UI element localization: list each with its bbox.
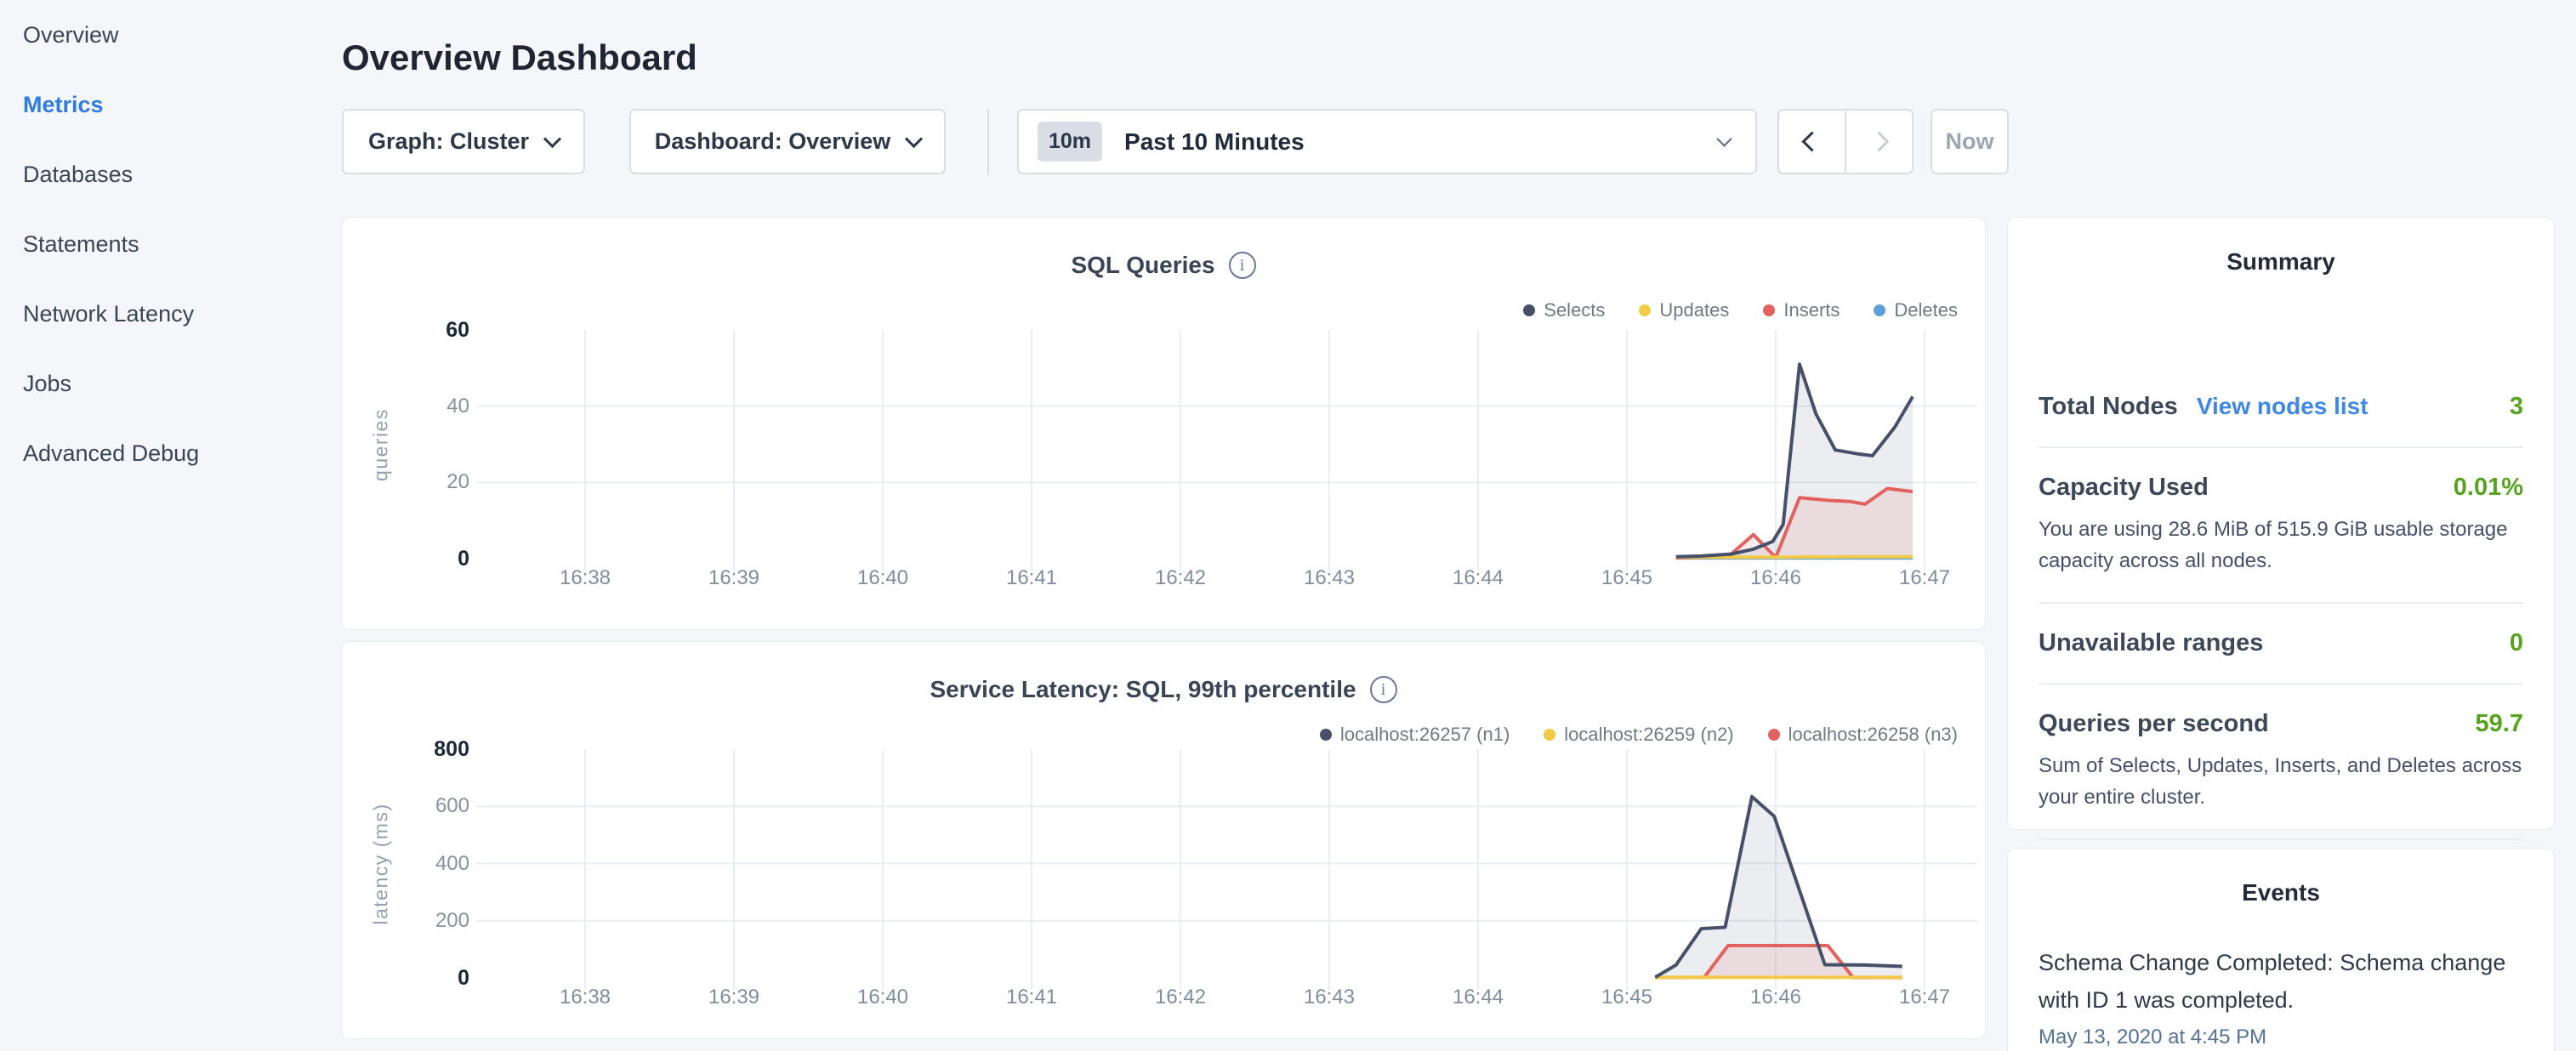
summary-row: Total Nodes View nodes list 3 xyxy=(2039,393,2523,421)
y-axis-title: queries xyxy=(370,408,393,481)
dashboard-dropdown-label: Dashboard: Overview xyxy=(655,128,891,155)
time-range-badge: 10m xyxy=(1038,122,1102,162)
x-tick-label: 16:47 xyxy=(1899,986,1950,1009)
summary-value: 59.7 xyxy=(2476,710,2523,738)
page-title: Overview Dashboard xyxy=(342,37,697,78)
x-tick-label: 16:43 xyxy=(1304,986,1355,1009)
summary-value: 0 xyxy=(2510,629,2523,657)
now-button[interactable]: Now xyxy=(1931,109,2009,174)
x-tick-label: 16:39 xyxy=(708,986,759,1009)
x-tick-label: 16:42 xyxy=(1155,986,1206,1009)
x-tick-label: 16:38 xyxy=(560,986,611,1009)
y-tick-label: 0 xyxy=(350,966,469,991)
time-step-forward-button[interactable] xyxy=(1846,111,1912,173)
x-tick-label: 16:43 xyxy=(1304,566,1355,590)
chevron-left-icon xyxy=(1801,131,1822,151)
summary-label: Total Nodes xyxy=(2039,393,2178,421)
y-tick-label: 60 xyxy=(350,318,469,343)
events-panel-title: Events xyxy=(2008,849,2554,906)
summary-group: Queries per second 59.7 Sum of Selects, Up… xyxy=(2039,685,2523,840)
summary-label: Capacity Used xyxy=(2039,474,2209,502)
overview-dashboard-page: OverviewMetricsDatabasesStatementsNetwor… xyxy=(0,0,2576,1051)
summary-label: Unavailable ranges xyxy=(2039,629,2263,657)
summary-group: Unavailable ranges 0 xyxy=(2039,604,2523,685)
x-tick-label: 16:42 xyxy=(1155,566,1206,590)
y-tick-label: 800 xyxy=(350,737,469,762)
chevron-down-icon xyxy=(905,129,923,147)
summary-group: Total Nodes View nodes list 3 xyxy=(2039,367,2523,448)
events-list: Schema Change Completed: Schema change w… xyxy=(2008,944,2554,1049)
summary-row: Queries per second 59.7 xyxy=(2039,710,2523,738)
view-nodes-list-link[interactable]: View nodes list xyxy=(2197,393,2368,420)
sidebar-item-jobs[interactable]: Jobs xyxy=(0,349,340,418)
sidebar-item-metrics[interactable]: Metrics xyxy=(0,70,340,139)
service-latency-chart-card: Service Latency: SQL, 99th percentile i … xyxy=(342,642,1985,1038)
chevron-down-icon xyxy=(543,129,561,147)
y-tick-label: 20 xyxy=(350,470,469,494)
x-tick-label: 16:41 xyxy=(1006,566,1057,590)
summary-value: 3 xyxy=(2510,393,2523,421)
time-step-button-group xyxy=(1777,109,1914,174)
x-tick-label: 16:40 xyxy=(857,566,908,590)
graph-dropdown-label: Graph: Cluster xyxy=(368,128,529,155)
x-tick-label: 16:45 xyxy=(1601,986,1652,1009)
event-message: Schema Change Completed: Schema change w… xyxy=(2039,944,2523,1019)
summary-subtext: You are using 28.6 MiB of 515.9 GiB usab… xyxy=(2039,514,2523,577)
chevron-right-icon xyxy=(1868,131,1889,151)
x-tick-label: 16:47 xyxy=(1899,566,1950,590)
sidebar-item-network-latency[interactable]: Network Latency xyxy=(0,279,340,349)
summary-value: 0.01% xyxy=(2454,474,2523,502)
y-tick-label: 600 xyxy=(350,794,469,818)
y-tick-label: 400 xyxy=(350,852,469,876)
sidebar-item-databases[interactable]: Databases xyxy=(0,139,340,209)
summary-group: Capacity Used 0.01% You are using 28.6 MiB… xyxy=(2039,448,2523,604)
time-step-back-button[interactable] xyxy=(1779,111,1846,173)
x-tick-label: 16:40 xyxy=(857,986,908,1009)
x-tick-label: 16:41 xyxy=(1006,986,1057,1009)
summary-rows: Total Nodes View nodes list 3 Capacity Used… xyxy=(2008,367,2554,919)
x-tick-label: 16:45 xyxy=(1601,566,1652,590)
chevron-down-icon xyxy=(1716,131,1732,146)
time-range-dropdown[interactable]: 10m Past 10 Minutes xyxy=(1017,109,1757,174)
x-tick-label: 16:44 xyxy=(1453,566,1504,590)
sidebar-item-statements[interactable]: Statements xyxy=(0,209,340,279)
sidebar-item-advanced-debug[interactable]: Advanced Debug xyxy=(0,418,340,488)
service-latency-plot: 0 200 400 600 800 16:38 16:39 16:40 16:41 16:42 16… xyxy=(342,642,1985,1038)
y-tick-label: 200 xyxy=(350,909,469,933)
sidebar-item-overview[interactable]: Overview xyxy=(0,0,340,70)
sql-queries-plot: 0 20 40 60 16:38 16:39 16:40 16:41 16:42 16:43 16:… xyxy=(342,218,1985,629)
toolbar-divider xyxy=(987,109,989,174)
time-range-label: Past 10 Minutes xyxy=(1124,128,1305,156)
summary-subtext: Sum of Selects, Updates, Inserts, and De… xyxy=(2039,750,2523,813)
x-tick-label: 16:46 xyxy=(1750,986,1801,1009)
x-tick-label: 16:46 xyxy=(1750,566,1801,590)
y-axis-title: latency (ms) xyxy=(370,803,393,924)
sql-queries-chart-card: SQL Queries i SelectsUpdatesInsertsDelet… xyxy=(342,218,1985,629)
x-tick-label: 16:39 xyxy=(708,566,759,590)
plot-lat-canvas xyxy=(342,642,1985,1038)
summary-label: Queries per second xyxy=(2039,710,2269,738)
summary-panel-title: Summary xyxy=(2008,218,2554,276)
graph-source-dropdown[interactable]: Graph: Cluster xyxy=(342,109,585,174)
sidebar-nav: OverviewMetricsDatabasesStatementsNetwor… xyxy=(0,0,340,488)
y-tick-label: 40 xyxy=(350,395,469,418)
summary-row: Unavailable ranges 0 xyxy=(2039,629,2523,657)
y-tick-label: 0 xyxy=(350,547,469,571)
x-tick-label: 16:38 xyxy=(560,566,611,590)
events-panel: Events Schema Change Completed: Schema c… xyxy=(2008,849,2554,1051)
summary-panel: Summary Total Nodes View nodes list 3 Capac… xyxy=(2008,218,2554,829)
event-timestamp: May 13, 2020 at 4:45 PM xyxy=(2039,1025,2523,1049)
summary-row: Capacity Used 0.01% xyxy=(2039,474,2523,502)
x-tick-label: 16:44 xyxy=(1453,986,1504,1009)
dashboard-dropdown[interactable]: Dashboard: Overview xyxy=(629,109,946,174)
